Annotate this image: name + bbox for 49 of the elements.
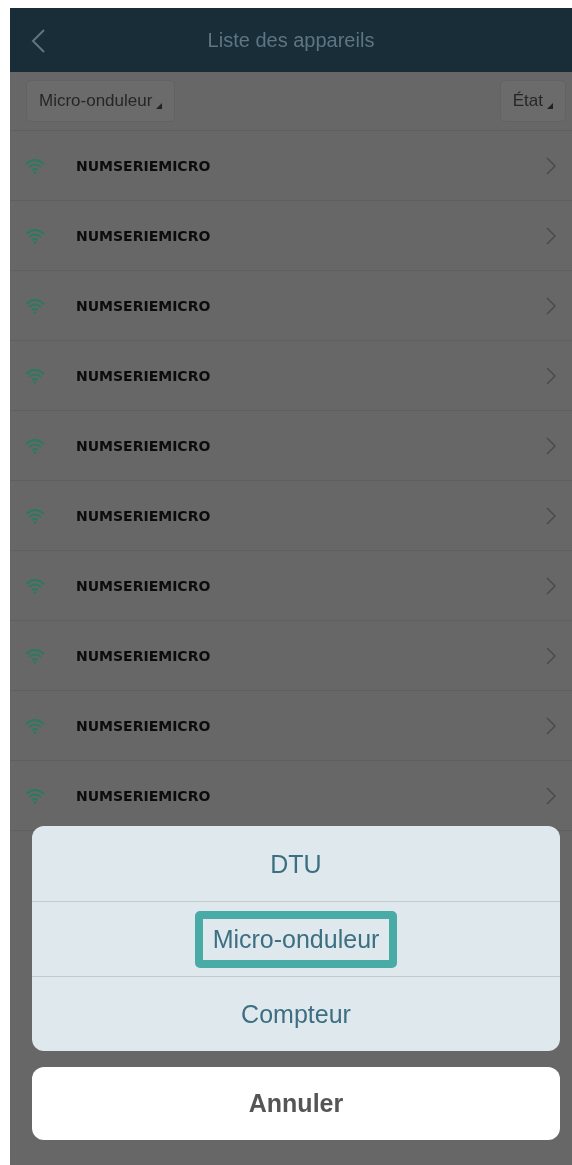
sheet-option[interactable]: Micro-onduleur	[194, 910, 398, 968]
device-row[interactable]: NUMSERIEMICRO	[10, 621, 572, 691]
serial-number: NUMSERIEMICRO	[76, 787, 212, 804]
serial-number: NUMSERIEMICRO	[76, 437, 212, 454]
chevron-icon	[546, 226, 556, 245]
filter-dropdown[interactable]: Micro-onduleur	[26, 80, 176, 122]
serial-number: NUMSERIEMICRO	[76, 507, 212, 524]
cancel-button[interactable]: Annuler	[32, 1067, 560, 1140]
sheet-option[interactable]: DTU	[252, 835, 340, 893]
chevron-icon	[546, 366, 556, 385]
serial-number: NUMSERIEMICRO	[76, 647, 212, 664]
wifi-icon	[24, 577, 46, 594]
device-row[interactable]: NUMSERIEMICRO	[10, 551, 572, 621]
serial-number: NUMSERIEMICRO	[76, 157, 212, 174]
device-row[interactable]: NUMSERIEMICRO	[10, 131, 572, 201]
serial-number: NUMSERIEMICRO	[76, 297, 212, 314]
dropdown-triangle-icon	[156, 103, 163, 109]
chevron-icon	[546, 646, 556, 665]
chevron-icon	[546, 296, 556, 315]
screen-title: Liste des appareils	[207, 28, 375, 52]
back-icon[interactable]	[30, 28, 46, 54]
wifi-icon	[24, 647, 46, 664]
device-row[interactable]: NUMSERIEMICRO	[10, 341, 572, 411]
wifi-icon	[24, 717, 46, 734]
wifi-icon	[24, 437, 46, 454]
serial-number: NUMSERIEMICRO	[76, 227, 212, 244]
chevron-icon	[546, 156, 556, 175]
wifi-icon	[24, 787, 46, 804]
chevron-icon	[546, 716, 556, 735]
device-row[interactable]: NUMSERIEMICRO	[10, 411, 572, 481]
chevron-icon	[546, 436, 556, 455]
device-row[interactable]: NUMSERIEMICRO	[10, 691, 572, 761]
chevron-icon	[546, 576, 556, 595]
sheet-option[interactable]: Compteur	[223, 985, 369, 1043]
device-row[interactable]: NUMSERIEMICRO	[10, 271, 572, 341]
wifi-icon	[24, 227, 46, 244]
device-row[interactable]: NUMSERIEMICRO	[10, 481, 572, 551]
serial-number: NUMSERIEMICRO	[76, 577, 212, 594]
chevron-icon	[546, 506, 556, 525]
serial-number: NUMSERIEMICRO	[76, 367, 212, 384]
filter-dropdown[interactable]: État	[499, 80, 566, 122]
serial-number: NUMSERIEMICRO	[76, 717, 212, 734]
wifi-icon	[24, 507, 46, 524]
wifi-icon	[24, 367, 46, 384]
device-row[interactable]: NUMSERIEMICRO	[10, 201, 572, 271]
wifi-icon	[24, 297, 46, 314]
dropdown-triangle-icon	[547, 103, 553, 109]
chevron-icon	[546, 786, 556, 805]
wifi-icon	[24, 157, 46, 174]
